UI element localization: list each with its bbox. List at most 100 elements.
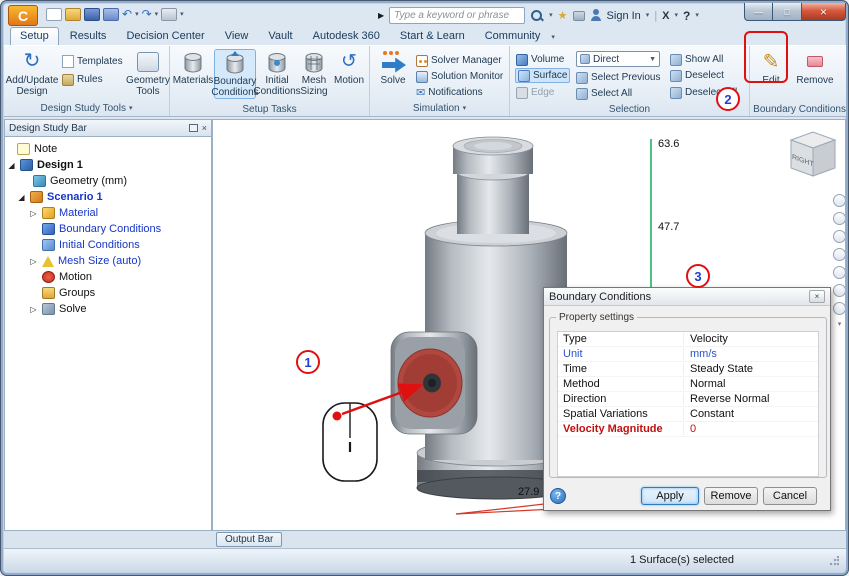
solver-manager-button[interactable]: Solver Manager xyxy=(416,53,502,68)
communication-center-icon[interactable] xyxy=(573,11,585,21)
volume-button[interactable]: Volume xyxy=(516,52,564,67)
expand-arrow-icon[interactable]: ◢ xyxy=(7,161,16,170)
property-row-spatial-variations[interactable]: Spatial Variations Constant xyxy=(558,407,818,422)
geometry-tools-button[interactable]: Geometry Tools xyxy=(128,49,168,97)
surface-button[interactable]: Surface xyxy=(515,68,570,83)
collapse-arrow-icon[interactable]: ▷ xyxy=(29,209,38,218)
dialog-remove-button[interactable]: Remove xyxy=(704,487,758,505)
show-all-button[interactable]: Show All xyxy=(670,52,723,67)
minimize-button[interactable]: — xyxy=(744,3,773,21)
add-update-design-button[interactable]: ↻ Add/Update Design xyxy=(6,49,58,97)
materials-button[interactable]: Materials xyxy=(174,49,212,86)
save-icon[interactable] xyxy=(84,8,100,21)
tab-results[interactable]: Results xyxy=(61,28,116,45)
help-icon[interactable]: ? xyxy=(683,9,690,23)
property-row-velocity-magnitude[interactable]: Velocity Magnitude 0 xyxy=(558,422,818,437)
tab-autodesk-360[interactable]: Autodesk 360 xyxy=(304,28,389,45)
property-row-unit[interactable]: Unit mm/s xyxy=(558,347,818,362)
maximize-button[interactable]: □ xyxy=(773,3,801,21)
output-bar-button[interactable]: Output Bar xyxy=(216,532,282,547)
tree-item-scenario-1[interactable]: ◢ Scenario 1 xyxy=(5,189,211,205)
tab-community[interactable]: Community xyxy=(476,28,550,45)
dialog-titlebar[interactable]: Boundary Conditions × xyxy=(544,288,830,306)
exchange-apps-icon[interactable]: X xyxy=(662,10,669,22)
close-button[interactable]: × xyxy=(801,3,846,21)
ribbon-options-icon[interactable]: ▾ xyxy=(551,33,555,45)
tab-view[interactable]: View xyxy=(216,28,258,45)
collapse-arrow-icon[interactable]: ▷ xyxy=(29,257,38,266)
edge-button[interactable]: Edge xyxy=(516,85,554,100)
redo-dropdown-icon[interactable]: ▾ xyxy=(155,8,159,21)
group-label-simulation[interactable]: Simulation▾ xyxy=(370,102,509,115)
select-previous-button[interactable]: Select Previous xyxy=(576,70,660,85)
tree-item-geometry[interactable]: Geometry (mm) xyxy=(5,173,211,189)
property-row-time[interactable]: Time Steady State xyxy=(558,362,818,377)
initial-conditions-button[interactable]: Initial Conditions xyxy=(258,49,296,97)
tree-item-note[interactable]: Note xyxy=(5,141,211,157)
pan-icon[interactable] xyxy=(833,212,846,225)
look-around-icon[interactable] xyxy=(833,266,846,279)
app-menu-button[interactable]: C xyxy=(8,5,38,26)
redo-icon[interactable]: ↷ xyxy=(142,8,152,21)
solution-monitor-button[interactable]: Solution Monitor xyxy=(416,69,503,84)
infocenter-collapse-icon[interactable]: ▶ xyxy=(378,11,384,20)
collapse-arrow-icon[interactable]: ▷ xyxy=(29,305,38,314)
tree-item-boundary-conditions[interactable]: Boundary Conditions xyxy=(5,221,211,237)
tree-item-solve[interactable]: ▷ Solve xyxy=(5,301,211,317)
cancel-button[interactable]: Cancel xyxy=(763,487,817,505)
property-row-method[interactable]: Method Normal xyxy=(558,377,818,392)
dialog-close-button[interactable]: × xyxy=(809,290,825,303)
zoom-icon[interactable] xyxy=(833,230,846,243)
save-as-icon[interactable] xyxy=(103,8,119,21)
sign-in-dropdown-icon[interactable]: ▾ xyxy=(646,9,650,22)
tree-item-material[interactable]: ▷ Material xyxy=(5,205,211,221)
tree-item-mesh-size[interactable]: ▷ Mesh Size (auto) xyxy=(5,253,211,269)
property-table[interactable]: Type Velocity Unit mm/s Time Steady Stat… xyxy=(557,331,819,477)
dialog-help-button[interactable]: ? xyxy=(550,488,566,504)
tree-item-groups[interactable]: Groups xyxy=(5,285,211,301)
center-view-icon[interactable] xyxy=(833,284,846,297)
apply-button[interactable]: Apply xyxy=(641,487,699,505)
float-panel-icon[interactable] xyxy=(189,124,198,132)
motion-button[interactable]: ↺ Motion xyxy=(332,49,366,86)
remove-button[interactable]: Remove xyxy=(792,49,838,86)
design-study-bar-header[interactable]: Design Study Bar × xyxy=(4,119,212,137)
navigation-more-icon[interactable]: ▾ xyxy=(838,320,842,328)
sign-in-button[interactable]: Sign In xyxy=(607,10,641,22)
resize-grip[interactable] xyxy=(829,556,839,566)
property-row-type[interactable]: Type Velocity xyxy=(558,332,818,347)
tree-item-initial-conditions[interactable]: Initial Conditions xyxy=(5,237,211,253)
tab-vault[interactable]: Vault xyxy=(259,28,301,45)
templates-button[interactable]: Templates xyxy=(62,54,123,69)
walk-icon[interactable] xyxy=(833,302,846,315)
notifications-button[interactable]: ✉ Notifications xyxy=(416,85,483,100)
solve-button[interactable]: Solve xyxy=(374,49,412,86)
search-input[interactable] xyxy=(389,7,525,24)
full-navigation-wheel-icon[interactable] xyxy=(833,194,846,207)
view-cube[interactable]: RIGHT xyxy=(779,126,843,182)
direct-select-dropdown[interactable]: Direct ▼ xyxy=(576,51,660,67)
undo-icon[interactable]: ↶ xyxy=(122,8,132,21)
mesh-sizing-button[interactable]: Mesh Sizing xyxy=(296,49,332,97)
new-design-icon[interactable] xyxy=(46,8,62,21)
exchange-dropdown-icon[interactable]: ▾ xyxy=(675,9,679,22)
tree-item-design-1[interactable]: ◢ Design 1 xyxy=(5,157,211,173)
favorites-star-icon[interactable]: ★ xyxy=(558,9,568,22)
select-all-button[interactable]: Select All xyxy=(576,86,632,101)
orbit-icon[interactable] xyxy=(833,248,846,261)
search-dropdown-icon[interactable]: ▾ xyxy=(549,9,553,22)
open-icon[interactable] xyxy=(65,8,81,21)
help-dropdown-icon[interactable]: ▾ xyxy=(695,9,699,22)
expand-arrow-icon[interactable]: ◢ xyxy=(17,193,26,202)
group-label-design-study-tools[interactable]: Design Study Tools▾ xyxy=(4,102,169,115)
rules-button[interactable]: Rules xyxy=(62,72,103,87)
tab-setup[interactable]: Setup xyxy=(10,27,59,45)
undo-dropdown-icon[interactable]: ▾ xyxy=(135,8,139,21)
boundary-conditions-button[interactable]: Boundary Conditions xyxy=(214,49,256,99)
close-panel-icon[interactable]: × xyxy=(202,123,207,133)
tab-decision-center[interactable]: Decision Center xyxy=(117,28,213,45)
qat-customize-icon[interactable]: ▾ xyxy=(180,8,184,21)
print-icon[interactable] xyxy=(161,8,177,21)
deselect-button[interactable]: Deselect xyxy=(670,68,724,83)
tab-start-learn[interactable]: Start & Learn xyxy=(391,28,474,45)
